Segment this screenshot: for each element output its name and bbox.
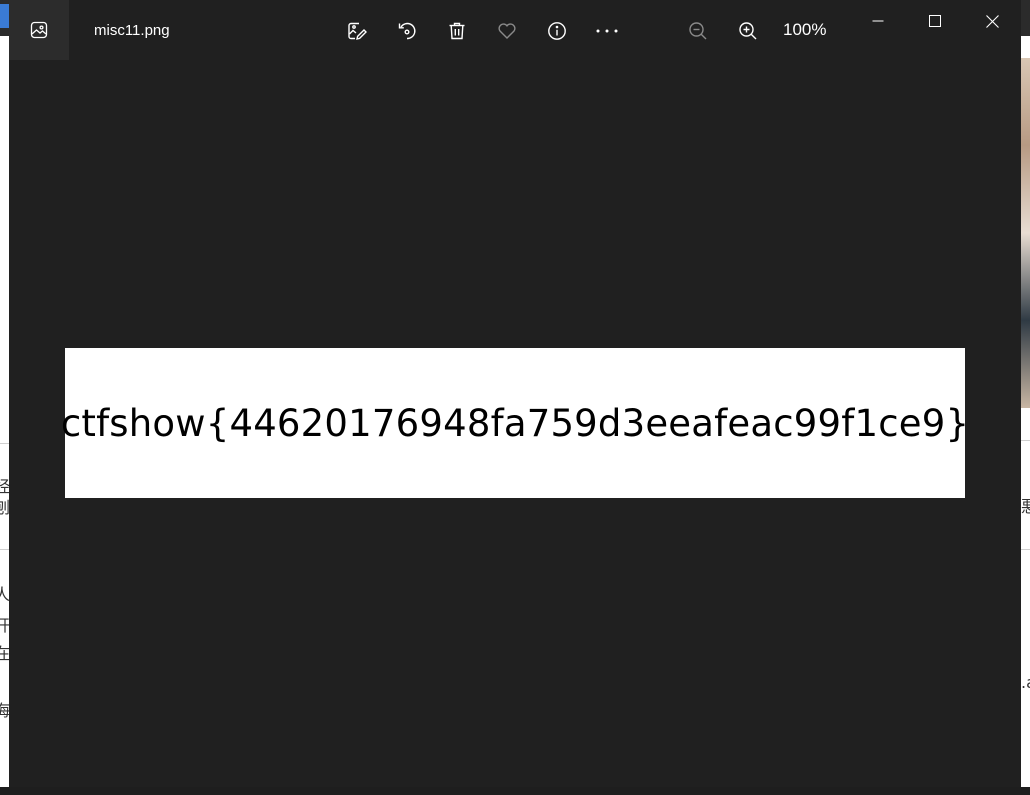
minimize-button[interactable]	[858, 8, 898, 34]
background-text-fragment: 刨	[0, 499, 9, 517]
displayed-image: ctfshow{44620176948fa759d3eeafeac99f1ce9…	[61, 348, 969, 498]
background-text-fragment: 经	[0, 478, 9, 496]
edit-image-icon	[347, 21, 367, 41]
background-accent	[0, 4, 9, 28]
background-text-fragment: .a	[1021, 674, 1030, 692]
background-text-fragment: ，	[0, 672, 9, 690]
info-button[interactable]	[542, 16, 572, 46]
background-text-fragment: 开	[0, 617, 9, 635]
background-text-fragment: 在	[0, 645, 9, 663]
background-text-fragment: 悪	[1021, 498, 1030, 516]
zoom-out-icon	[688, 21, 708, 41]
background-divider	[1021, 549, 1030, 550]
background-photo	[1021, 58, 1030, 408]
favorite-button[interactable]	[492, 16, 522, 46]
image-canvas[interactable]: ctfshow{44620176948fa759d3eeafeac99f1ce9…	[9, 60, 1021, 787]
background-divider	[0, 443, 9, 444]
file-name: misc11.png	[94, 22, 170, 39]
more-icon	[595, 28, 619, 34]
heart-icon	[497, 21, 517, 41]
maximize-button[interactable]	[915, 8, 955, 34]
background-divider	[0, 549, 9, 550]
rotate-button[interactable]	[392, 16, 422, 46]
photos-app-icon	[30, 21, 48, 39]
maximize-icon	[929, 15, 941, 27]
zoom-in-button[interactable]	[733, 16, 763, 46]
trash-icon	[447, 21, 467, 41]
rotate-icon	[397, 21, 417, 41]
zoom-in-icon	[738, 21, 758, 41]
zoom-level-indicator[interactable]: 100%	[783, 20, 826, 40]
photo-viewer-window: misc11.png 100% ctfshow{44620176948fa759…	[9, 0, 1021, 787]
background-divider	[1021, 440, 1030, 441]
edit-image-button[interactable]	[342, 16, 372, 46]
more-options-button[interactable]	[592, 16, 622, 46]
minimize-icon	[872, 15, 884, 27]
zoom-out-button[interactable]	[683, 16, 713, 46]
image-text: ctfshow{44620176948fa759d3eeafeac99f1ce9…	[60, 401, 970, 445]
info-icon	[547, 21, 567, 41]
background-text-fragment: 人	[0, 586, 9, 604]
app-icon-button[interactable]	[9, 0, 69, 60]
background-bottom-edge	[0, 787, 1030, 795]
close-icon	[985, 14, 999, 28]
title-bar: misc11.png 100%	[9, 0, 1021, 60]
close-button[interactable]	[972, 8, 1012, 34]
background-text-fragment: 海	[0, 702, 9, 720]
delete-button[interactable]	[442, 16, 472, 46]
